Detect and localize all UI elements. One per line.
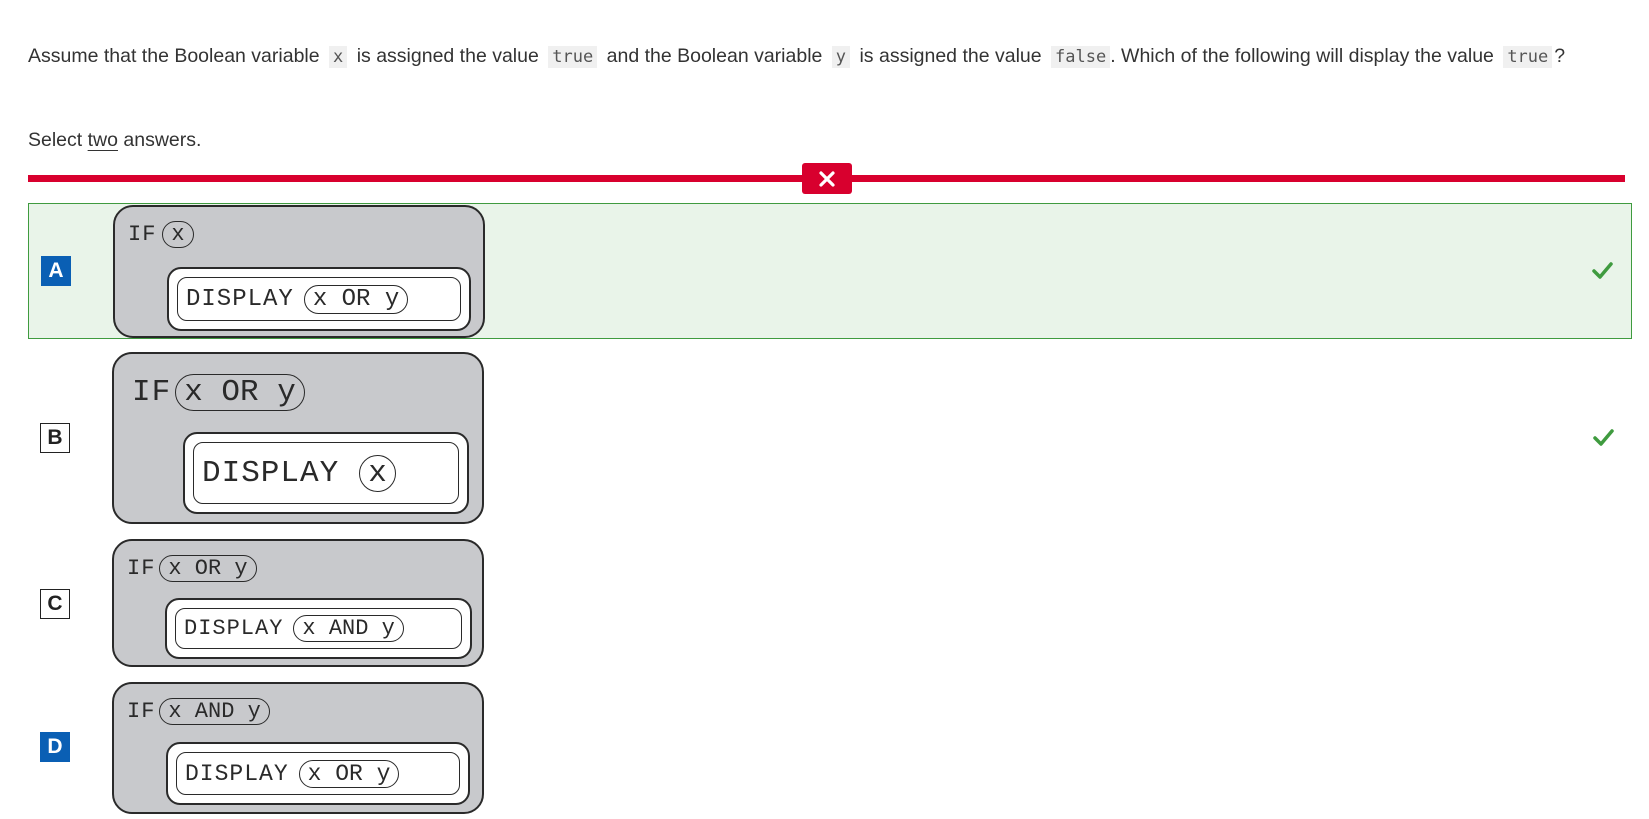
if-row: IF x OR y [132, 374, 305, 411]
display-inner: DISPLAY x OR y [176, 752, 460, 795]
if-row: IF x [128, 221, 194, 248]
answer-option-a[interactable]: A IF x DISPLAY x OR y [28, 203, 1632, 339]
x-mark-icon [819, 170, 835, 187]
question-text: Assume that the Boolean variable x is as… [28, 40, 1588, 73]
code-true: true [548, 46, 598, 68]
code-false: false [1051, 46, 1111, 68]
display-block: DISPLAY x [183, 432, 469, 514]
code-block: IF x OR y DISPLAY x [112, 352, 484, 524]
code-block: IF x DISPLAY x OR y [113, 205, 485, 338]
display-argument: x AND y [293, 615, 404, 642]
display-argument: x [359, 454, 396, 492]
display-keyword: DISPLAY [184, 616, 284, 641]
question-part: ? [1554, 45, 1566, 67]
question-part: is assigned the value [859, 45, 1042, 67]
checkmark-icon [1592, 262, 1613, 279]
instruction-prefix: Select [28, 129, 83, 151]
answer-option-b[interactable]: B IF x OR y DISPLAY x [28, 352, 1632, 524]
checkmark-icon [1593, 429, 1614, 446]
question-part: and the Boolean variable [606, 45, 823, 67]
question-part: . Which of the following will display th… [1110, 45, 1494, 67]
question-part: is assigned the value [356, 45, 539, 67]
code-true: true [1503, 46, 1553, 68]
display-keyword: DISPLAY [202, 455, 340, 491]
answer-option-c[interactable]: C IF x OR y DISPLAY x AND y [28, 539, 1632, 668]
condition: x OR y [159, 555, 257, 582]
display-block: DISPLAY x OR y [166, 742, 470, 805]
instruction-text: Select two answers. [28, 126, 201, 154]
option-letter: C [40, 589, 70, 619]
display-argument: x OR y [303, 284, 409, 314]
if-keyword: IF [127, 556, 156, 581]
display-block: DISPLAY x OR y [167, 267, 471, 331]
instruction-emphasis: two [87, 129, 118, 151]
if-keyword: IF [127, 699, 156, 724]
code-y: y [831, 46, 851, 68]
option-letter: D [40, 732, 70, 762]
display-inner: DISPLAY x AND y [175, 608, 462, 649]
if-row: IF x OR y [127, 555, 257, 582]
if-keyword: IF [132, 375, 172, 410]
display-inner: DISPLAY x [193, 442, 459, 504]
code-x: x [329, 46, 348, 68]
option-letter: B [40, 423, 70, 453]
condition: x OR y [175, 374, 305, 411]
display-keyword: DISPLAY [186, 285, 294, 313]
code-block: IF x OR y DISPLAY x AND y [112, 539, 484, 667]
question-part: Assume that the Boolean variable [28, 45, 320, 67]
display-keyword: DISPLAY [185, 760, 289, 787]
display-block: DISPLAY x AND y [165, 598, 472, 659]
if-row: IF x AND y [127, 698, 270, 725]
instruction-suffix: answers. [123, 129, 202, 151]
display-inner: DISPLAY x OR y [177, 277, 461, 321]
code-block: IF x AND y DISPLAY x OR y [112, 682, 484, 814]
condition: x [162, 221, 194, 248]
answer-option-d[interactable]: D IF x AND y DISPLAY x OR y [28, 682, 1632, 814]
if-keyword: IF [128, 222, 157, 247]
display-argument: x OR y [298, 759, 400, 788]
option-letter: A [41, 256, 71, 286]
result-badge [802, 163, 852, 194]
condition: x AND y [159, 698, 270, 725]
